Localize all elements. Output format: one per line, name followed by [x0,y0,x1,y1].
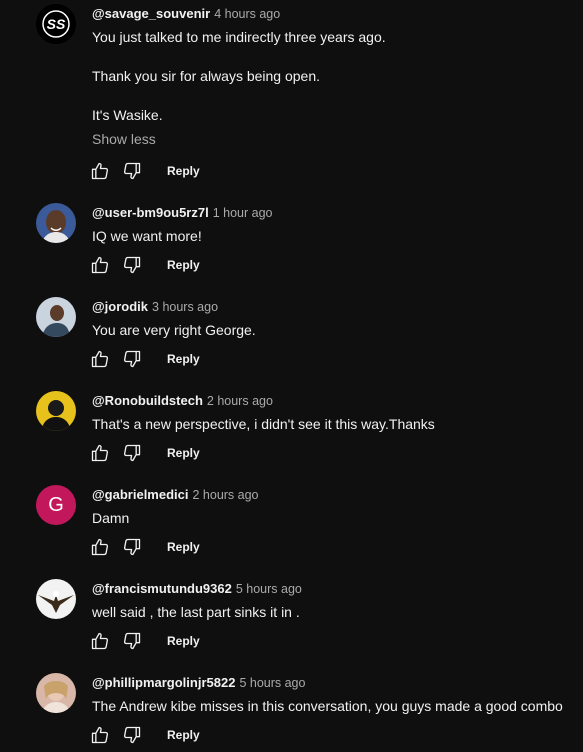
author-name[interactable]: @phillipmargolinjr5822 [92,675,235,690]
avatar[interactable] [36,673,76,713]
comment-actions: Reply [90,347,200,371]
show-less-button[interactable]: Show less [92,131,156,147]
timestamp[interactable]: 5 hours ago [239,676,305,690]
timestamp[interactable]: 3 hours ago [152,300,218,314]
comment-text: The Andrew kibe misses in this conversat… [92,698,563,714]
comment-actions: Reply [90,159,200,183]
thumbs-down-icon[interactable] [122,537,142,557]
comment-actions: Reply [90,723,200,747]
timestamp[interactable]: 1 hour ago [213,206,273,220]
author-name[interactable]: @francismutundu9362 [92,581,232,596]
avatar-letter: G [48,493,64,516]
comment-text: Damn [92,510,130,526]
eagle-avatar-icon [36,579,76,619]
thumbs-up-icon[interactable] [90,349,110,369]
comment-header: @francismutundu9362 5 hours ago [92,580,573,598]
thumbs-down-icon[interactable] [122,161,142,181]
comment-text: well said , the last part sinks it in . [92,604,300,620]
reply-button[interactable]: Reply [167,352,200,366]
comment-actions: Reply [90,535,200,559]
reply-button[interactable]: Reply [167,634,200,648]
comment-header: @savage_souvenir 4 hours ago [92,5,573,23]
comment-header: @user-bm9ou5rz7l 1 hour ago [92,204,573,222]
avatar[interactable] [36,391,76,431]
thumbs-down-icon[interactable] [122,725,142,745]
reply-button[interactable]: Reply [167,164,200,178]
timestamp[interactable]: 4 hours ago [214,7,280,21]
avatar[interactable] [36,203,76,243]
comment-paragraph: Thank you sir for always being open. [92,68,321,84]
comment-actions: Reply [90,253,200,277]
user-avatar-icon [36,391,76,431]
thumbs-down-icon[interactable] [122,349,142,369]
comment-text: That's a new perspective, i didn't see i… [92,416,435,432]
author-name[interactable]: @jorodik [92,299,148,314]
thumbs-up-icon[interactable] [90,443,110,463]
reply-button[interactable]: Reply [167,446,200,460]
avatar[interactable] [36,297,76,337]
thumbs-up-icon[interactable] [90,631,110,651]
thumbs-down-icon[interactable] [122,255,142,275]
avatar[interactable]: G [36,485,76,525]
timestamp[interactable]: 2 hours ago [207,394,273,408]
reply-button[interactable]: Reply [167,258,200,272]
reply-button[interactable]: Reply [167,540,200,554]
user-avatar-icon [36,203,76,243]
comment-text: You just talked to me indirectly three y… [92,27,573,125]
comment-header: @jorodik 3 hours ago [92,298,573,316]
timestamp[interactable]: 2 hours ago [192,488,258,502]
author-name[interactable]: @savage_souvenir [92,6,210,21]
user-avatar-icon [36,673,76,713]
avatar[interactable] [36,579,76,619]
thumbs-up-icon[interactable] [90,161,110,181]
thumbs-down-icon[interactable] [122,443,142,463]
thumbs-up-icon[interactable] [90,537,110,557]
comment-actions: Reply [90,629,200,653]
comment-header: @phillipmargolinjr5822 5 hours ago [92,674,573,692]
comment-text: IQ we want more! [92,228,202,244]
author-name[interactable]: @gabrielmedici [92,487,188,502]
comment-actions: Reply [90,441,200,465]
thumbs-down-icon[interactable] [122,631,142,651]
comment-header: @Ronobuildstech 2 hours ago [92,392,573,410]
thumbs-up-icon[interactable] [90,255,110,275]
reply-button[interactable]: Reply [167,728,200,742]
user-avatar-icon [36,297,76,337]
comment-header: @gabrielmedici 2 hours ago [92,486,573,504]
avatar-logo-text: SS [47,16,66,32]
avatar[interactable]: SS [36,4,76,44]
channel-logo-icon: SS [36,4,76,44]
author-name[interactable]: @Ronobuildstech [92,393,203,408]
author-name[interactable]: @user-bm9ou5rz7l [92,205,209,220]
comment-paragraph: It's Wasike. [92,107,163,123]
timestamp[interactable]: 5 hours ago [236,582,302,596]
thumbs-up-icon[interactable] [90,725,110,745]
comment-paragraph: You just talked to me indirectly three y… [92,29,386,45]
comment-text: You are very right George. [92,322,256,338]
